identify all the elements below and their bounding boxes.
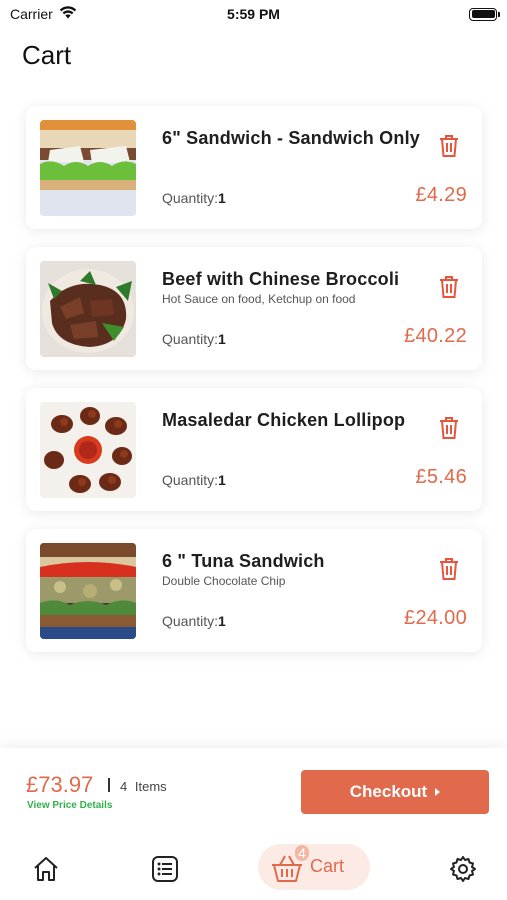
trash-icon[interactable] (438, 416, 460, 440)
chicken-lollipop-image (40, 402, 136, 498)
item-count: 4 Items (120, 779, 171, 794)
view-price-details-link[interactable]: View Price Details (27, 800, 112, 811)
checkout-button[interactable]: Checkout (301, 770, 489, 814)
item-count-label: Items (134, 779, 167, 794)
cart-list: 6" Sandwich - Sandwich Only Quantity:1 £… (26, 106, 482, 670)
cart-tab-label: Cart (310, 856, 345, 876)
cart-item[interactable]: 6" Sandwich - Sandwich Only Quantity:1 £… (26, 106, 482, 229)
item-name: Masaledar Chicken Lollipop (162, 410, 406, 430)
status-bar: Carrier 5:59 PM (0, 0, 507, 28)
total-price: £73.97 (26, 772, 94, 797)
wifi-icon (59, 6, 77, 22)
item-name: Beef with Chinese Broccoli (162, 269, 400, 289)
item-count-value: 4 (120, 779, 128, 794)
item-price: £4.29 (415, 184, 467, 206)
item-price: £5.46 (415, 466, 467, 488)
trash-icon[interactable] (438, 134, 460, 158)
battery-icon (469, 7, 500, 21)
trash-icon[interactable] (438, 275, 460, 299)
beef-broccoli-image (40, 261, 136, 357)
item-name: 6" Sandwich - Sandwich Only (162, 128, 420, 148)
carrier-label: Carrier (10, 6, 53, 22)
item-quantity: Quantity:1 (162, 190, 226, 206)
gear-icon[interactable] (448, 854, 478, 884)
item-quantity: Quantity:1 (162, 613, 226, 629)
divider (108, 778, 110, 792)
item-price: £24.00 (404, 607, 467, 629)
home-icon[interactable] (31, 854, 61, 884)
item-price: £40.22 (404, 325, 467, 347)
summary-bar: £73.97 4 Items View Price Details Checko… (0, 748, 507, 836)
menu-list-icon[interactable] (150, 854, 180, 884)
cart-item[interactable]: Beef with Chinese Broccoli Hot Sauce on … (26, 247, 482, 370)
status-left: Carrier (10, 6, 77, 22)
checkout-label: Checkout (349, 782, 428, 801)
page-title: Cart (22, 40, 72, 70)
item-note: Hot Sauce on food, Ketchup on food (162, 292, 356, 306)
chevron-right-icon (435, 788, 441, 796)
item-name: 6 " Tuna Sandwich (162, 551, 325, 571)
tab-cart[interactable]: 4 Cart (258, 844, 370, 890)
cart-badge: 4 (295, 845, 309, 861)
cart-item[interactable]: Masaledar Chicken Lollipop Quantity:1 £5… (26, 388, 482, 511)
cart-item[interactable]: 6 " Tuna Sandwich Double Chocolate Chip … (26, 529, 482, 652)
item-quantity: Quantity:1 (162, 472, 226, 488)
item-quantity: Quantity:1 (162, 331, 226, 347)
item-note: Double Chocolate Chip (162, 574, 286, 588)
tuna-sandwich-image (40, 543, 136, 639)
sandwich-image (40, 120, 136, 216)
tab-bar: 4 Cart (0, 836, 507, 900)
trash-icon[interactable] (438, 557, 460, 581)
